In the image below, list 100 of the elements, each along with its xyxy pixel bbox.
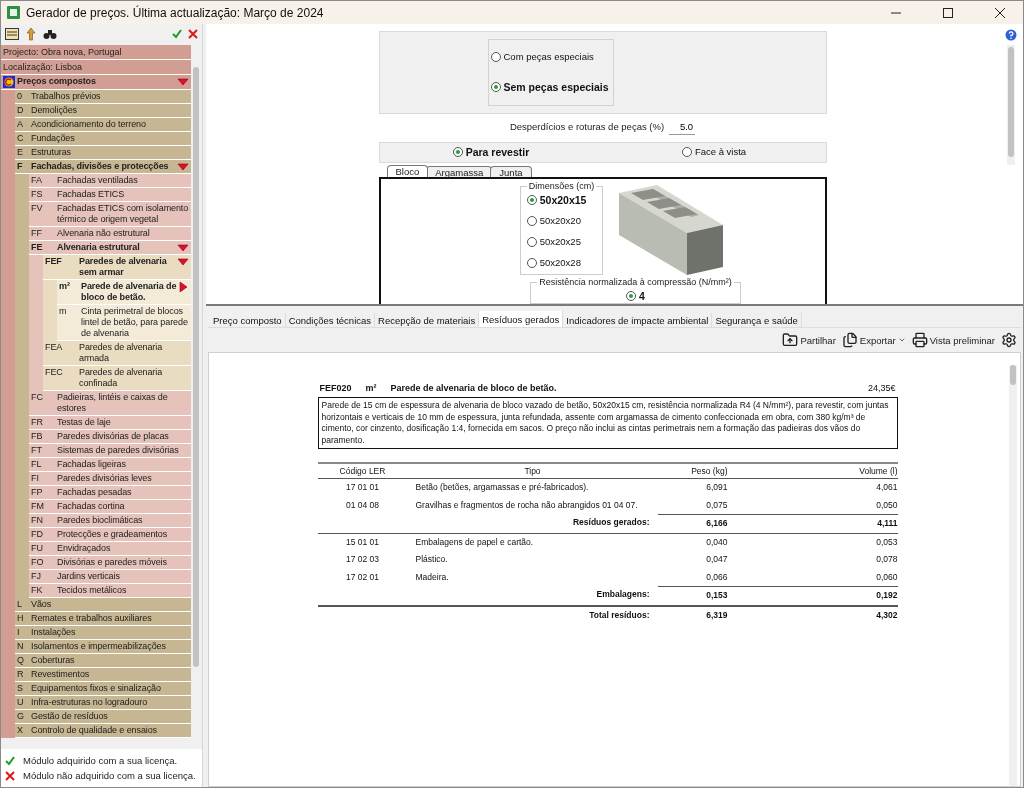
tree-item[interactable]: FT Sistemas de paredes divisórias [29,444,191,458]
item-code: X [17,725,24,736]
item-code: FP [31,487,44,498]
item-code: FS [31,189,44,200]
preview-button[interactable]: Vista preliminar [911,332,995,348]
table-cell-text: 0,066 [705,570,728,584]
item-code: C [17,133,25,144]
legend-text: Módulo não adquirido com a sua licença. [23,770,196,781]
radio-option[interactable]: 4 [626,289,645,303]
item-label: Testas de laje [57,417,112,428]
tree-item[interactable]: X Controlo de qualidade e ensaios [15,724,191,738]
item-code: FI [31,473,40,484]
accept-button[interactable] [172,29,182,39]
item-label: Paredes de alvenaria confinada [79,367,164,389]
radio-option[interactable]: Sem peças especiais [490,80,609,95]
tree-item[interactable]: m² Parede de alvenaria de bloco de betão. [57,280,191,305]
tree-item[interactable]: FS Fachadas ETICS [29,188,191,202]
tree-item[interactable]: FI Paredes divisórias leves [29,472,191,486]
tree-item[interactable]: FR Testas de laje [29,416,191,430]
tree-item[interactable]: FEA Paredes de alvenaria armada [43,341,191,366]
radio-icon [452,147,463,158]
table-cell-text: 0,060 [875,570,898,584]
item-label: Parede de alvenaria de bloco de betão. [81,281,177,303]
tree-item[interactable]: L Vãos [15,598,191,612]
scrollbar-thumb[interactable] [193,67,199,667]
item-label: Paredes divisórias leves [57,473,153,484]
tree-item[interactable]: m Cinta perimetral de blocos lintel de betão, para parede de alvenaria [57,305,191,341]
item-code: FEF020 [319,383,352,393]
tree-item[interactable]: Q Coberturas [15,654,191,668]
item-label: Fundações [31,133,76,144]
tree-item[interactable]: FA Fachadas ventiladas [29,174,191,188]
tree-item[interactable]: FEC Paredes de alvenaria confinada [43,366,191,391]
tree-item[interactable]: FN Paredes bioclimáticas [29,514,191,528]
tree-item[interactable]: F Fachadas, divisões e protecções [15,160,191,174]
up-arrow-icon[interactable] [25,27,37,41]
tree-item[interactable]: R Revestimentos [15,668,191,682]
radio-option[interactable]: 50x20x28 [526,256,581,270]
tree-item[interactable]: FL Fachadas ligeiras [29,458,191,472]
tree-item[interactable]: C Fundações [15,132,191,146]
table-cell-text: 0,075 [705,498,728,512]
tree-item[interactable]: H Remates e trabalhos auxiliares [15,612,191,626]
tree-item[interactable]: FK Tecidos metálicos [29,584,191,598]
tab[interactable]: Preço composto [210,313,286,327]
tree-item[interactable]: FC Padieiras, lintéis e caixas de estores [29,391,191,416]
tree-item[interactable]: FJ Jardins verticais [29,570,191,584]
tree-item[interactable]: E Estruturas [15,146,191,160]
tree-item[interactable]: FP Fachadas pesadas [29,486,191,500]
radio-option[interactable]: 50x20x15 [526,193,587,207]
tree-item[interactable]: FE Alvenaria estrutural [29,241,191,255]
cancel-button[interactable] [188,29,198,39]
scrollbar-thumb[interactable] [1010,365,1016,385]
radio-option[interactable]: 50x20x20 [526,214,581,228]
total-label: Resíduos gerados: [317,514,658,534]
item-label: Sistemas de paredes divisórias [57,445,180,456]
table-cell: 4,111 [727,514,898,534]
radio-option[interactable]: 50x20x25 [526,235,581,249]
radio-option[interactable]: Com peças especiais [490,50,594,65]
tree-item[interactable]: FD Protecções e gradeamentos [29,528,191,542]
tree-item[interactable]: S Equipamentos fixos e sinalização [15,682,191,696]
help-icon[interactable] [1005,29,1017,41]
item-code: FF [31,228,43,239]
tab[interactable]: Recepção de materiais [375,313,480,327]
radio-option[interactable]: Para revestir [452,145,530,160]
item-code: 0 [17,91,23,102]
table-cell-text: Plástico. [414,553,449,566]
tree-item[interactable]: FB Paredes divisórias de placas [29,430,191,444]
tab[interactable]: Bloco [386,165,429,177]
tab[interactable]: Resíduos gerados [479,311,564,327]
group-title: Resistência normalizada à compressão (N/mm²) [538,277,733,287]
list-view-icon[interactable] [5,28,19,40]
binoculars-icon[interactable] [43,28,57,40]
tree-item[interactable]: Preços compostos [1,75,191,90]
item-code: D [17,105,25,116]
tree-item[interactable]: FF Alvenaria não estrutural [29,227,191,241]
column-header: Peso (kg) [657,462,728,479]
field-label: Desperdícios e roturas de peças (%) [509,121,665,133]
tree-item[interactable]: D Demolições [15,104,191,118]
item-label: Remates e trabalhos auxiliares [31,613,153,624]
scrollbar-thumb[interactable] [1008,47,1014,157]
tree-item[interactable]: 0 Trabalhos prévios [15,90,191,104]
tree-item[interactable]: G Gestão de resíduos [15,710,191,724]
table-cell: 0,153 [657,586,728,606]
tree-item[interactable]: N Isolamentos e impermeabilizações [15,640,191,654]
item-label: Protecções e gradeamentos [57,529,169,540]
tree-item[interactable]: A Acondicionamento do terreno [15,118,191,132]
tree-item[interactable]: U Infra-estruturas no logradouro [15,696,191,710]
share-button[interactable]: Partilhar [782,332,836,348]
table-cell: 6,319 [657,605,728,624]
item-description: Parede de 15 cm de espessura de alvenaria de bloco vazado de betão, 50x20x15 cm, resistência normalizada R4 (4 N/mm²), para revestir, com juntas horizontais e verticais de 10 mm de espessura, junta refundada, assente com argamassa de cimento confeccionada em obra, com 380 kg/m³ de cimento, cor cinzento, dosificação 1:4, fornecida em sacos. O preço não inclui as cintas perimetrais nem a formação das padieiras dos vãos do paramento. [317,397,898,449]
radio-option[interactable]: Face à vista [681,145,747,160]
tree-item[interactable]: FO Divisórias e paredes móveis [29,556,191,570]
export-button[interactable]: Exportar [841,332,906,348]
tree-item[interactable]: FU Envidraçados [29,542,191,556]
tree-item[interactable]: FM Fachadas cortina [29,500,191,514]
settings-button[interactable] [1001,332,1017,348]
tree-item[interactable]: FEF Paredes de alvenaria sem armar [43,255,191,280]
item-label: Coberturas [31,655,76,666]
item-code: FD [31,529,44,540]
tree-item[interactable]: I Instalações [15,626,191,640]
tree-item[interactable]: FV Fachadas ETICS com isolamento térmico de origem vegetal [29,202,191,227]
